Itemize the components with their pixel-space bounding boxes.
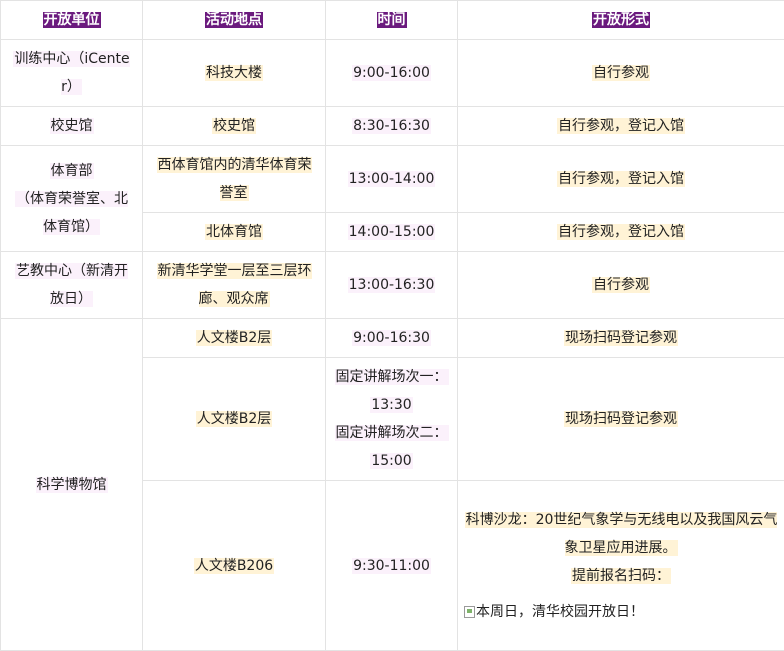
place-cell: 北体育馆	[143, 213, 326, 252]
unit-cell: 体育部 （体育荣誉室、北体育馆）	[1, 146, 143, 252]
time-cell: 13:00-16:30	[326, 252, 458, 319]
time-cell: 固定讲解场次一： 13:30 固定讲解场次二： 15:00	[326, 358, 458, 481]
place-cell: 科技大楼	[143, 40, 326, 107]
place-cell: 西体育馆内的清华体育荣誉室	[143, 146, 326, 213]
unit-cell: 艺教中心（新清开放日）	[1, 252, 143, 319]
table-row: 体育部 （体育荣誉室、北体育馆） 西体育馆内的清华体育荣誉室 13:00-14:…	[1, 146, 784, 213]
table-row: 科学博物馆 人文楼B2层 9:00-16:30 现场扫码登记参观	[1, 319, 784, 358]
form-cell: 现场扫码登记参观	[458, 319, 784, 358]
form-cell: 自行参观，登记入馆	[458, 213, 784, 252]
header-unit: 开放单位	[1, 1, 143, 40]
form-cell: 自行参观	[458, 40, 784, 107]
time-cell: 9:30-11:00	[326, 481, 458, 651]
form-cell: 科博沙龙：20世纪气象学与无线电以及我国风云气象卫星应用进展。 提前报名扫码： …	[458, 481, 784, 651]
place-cell: 校史馆	[143, 107, 326, 146]
time-cell: 13:00-14:00	[326, 146, 458, 213]
qr-code-image: 本周日，清华校园开放日！	[464, 598, 778, 626]
place-cell: 新清华学堂一层至三层环廊、观众席	[143, 252, 326, 319]
time-cell: 9:00-16:00	[326, 40, 458, 107]
form-cell: 自行参观，登记入馆	[458, 146, 784, 213]
table-row: 校史馆 校史馆 8:30-16:30 自行参观，登记入馆	[1, 107, 784, 146]
schedule-table: 开放单位 活动地点 时间 开放形式 训练中心（iCenter） 科技大楼 9:0…	[0, 0, 784, 651]
table-row: 训练中心（iCenter） 科技大楼 9:00-16:00 自行参观	[1, 40, 784, 107]
image-alt-text: 本周日，清华校园开放日！	[476, 598, 644, 626]
form-cell: 自行参观	[458, 252, 784, 319]
broken-image-icon	[464, 606, 475, 618]
unit-cell: 校史馆	[1, 107, 143, 146]
place-cell: 人文楼B2层	[143, 319, 326, 358]
unit-cell: 训练中心（iCenter）	[1, 40, 143, 107]
form-cell: 现场扫码登记参观	[458, 358, 784, 481]
header-row: 开放单位 活动地点 时间 开放形式	[1, 1, 784, 40]
place-cell: 人文楼B2层	[143, 358, 326, 481]
time-cell: 9:00-16:30	[326, 319, 458, 358]
unit-cell: 科学博物馆	[1, 319, 143, 651]
header-form: 开放形式	[458, 1, 784, 40]
time-cell: 14:00-15:00	[326, 213, 458, 252]
header-time: 时间	[326, 1, 458, 40]
form-cell: 自行参观，登记入馆	[458, 107, 784, 146]
header-place: 活动地点	[143, 1, 326, 40]
time-cell: 8:30-16:30	[326, 107, 458, 146]
place-cell: 人文楼B206	[143, 481, 326, 651]
table-row: 艺教中心（新清开放日） 新清华学堂一层至三层环廊、观众席 13:00-16:30…	[1, 252, 784, 319]
